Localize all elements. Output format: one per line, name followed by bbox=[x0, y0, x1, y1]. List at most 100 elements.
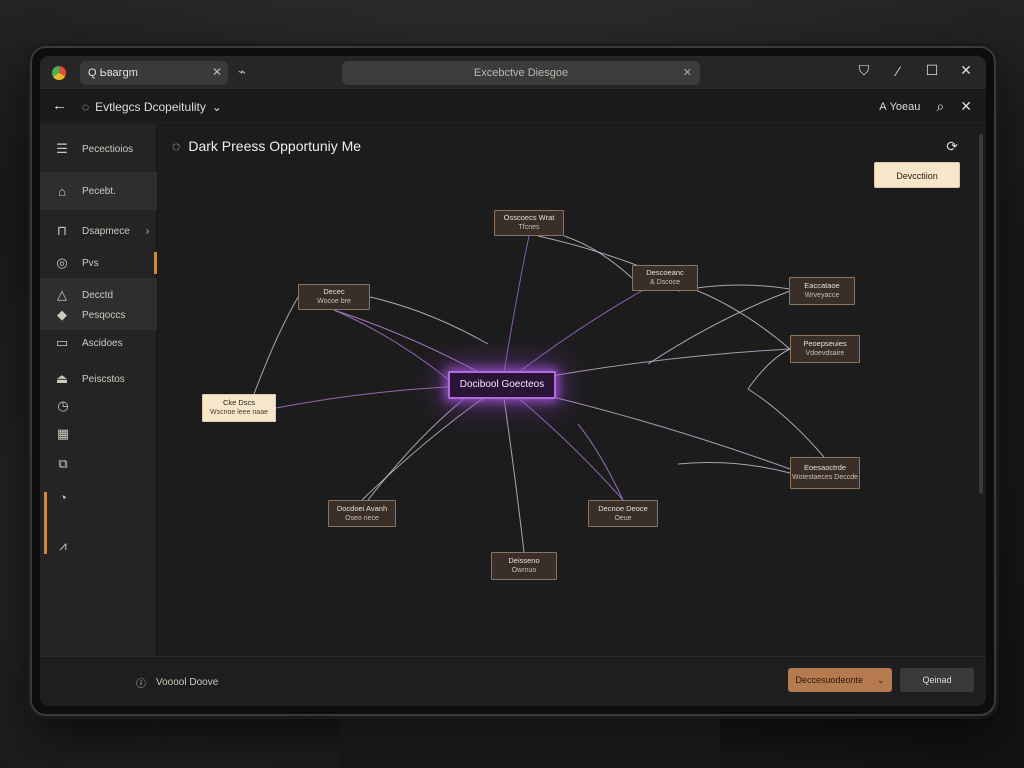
connection-line bbox=[361, 384, 503, 501]
back-arrow-icon[interactable]: ← bbox=[52, 97, 67, 114]
app-header: ← ◌ Evtlegcs Dcopeitulity ⌄ A Yoeau ⌕ ✕ bbox=[40, 91, 986, 123]
chat-icon[interactable]: ◔ bbox=[54, 490, 72, 505]
browser-tab[interactable]: Q Ьвагgm ✕ bbox=[80, 61, 228, 85]
node-title: Peoepseuies bbox=[803, 339, 847, 348]
node-8[interactable]: Decnoe Deoce Oeue bbox=[588, 500, 658, 527]
accent-bar bbox=[44, 492, 47, 554]
monitor-stand bbox=[340, 712, 720, 768]
image-icon[interactable]: ⧉ bbox=[54, 456, 72, 472]
node-1[interactable]: Descoeanc & Dscoce bbox=[632, 265, 698, 291]
search-icon[interactable]: ⌕ bbox=[936, 98, 944, 115]
node-9[interactable]: Deisseno Owrnuo bbox=[491, 552, 557, 580]
window-controls: ⛉ ⁄ ☐ ✕ bbox=[854, 62, 976, 79]
node-sub: Tfcnes bbox=[518, 224, 540, 231]
connection-line bbox=[747, 348, 791, 390]
node-sub: Wscnoe leee naae bbox=[210, 409, 268, 416]
node-2[interactable]: Decec Wocoe bre bbox=[298, 284, 370, 310]
sidebar-item-7[interactable]: ⏏ Peiscstos bbox=[40, 364, 157, 394]
node-sub: Oseo nece bbox=[345, 514, 379, 522]
node-sub: Vdoevdsaire bbox=[805, 350, 845, 357]
chart-icon[interactable]: ⩘ bbox=[54, 538, 72, 554]
browser-logo-icon bbox=[52, 66, 66, 80]
bell-icon: ⏏ bbox=[55, 371, 69, 386]
chevron-down-icon: ⌄ bbox=[211, 100, 222, 114]
bag-icon: ⊓ bbox=[56, 223, 68, 238]
node-4[interactable]: Peoepseuies Vdoevdsaire bbox=[790, 335, 860, 363]
sidebar-item-label: Pesqoccs bbox=[82, 309, 126, 321]
user-icon: A bbox=[879, 100, 887, 113]
sidebar-item-5[interactable]: ◆ Pesqoccs bbox=[40, 300, 157, 330]
user-menu[interactable]: A Yoeau bbox=[879, 101, 920, 113]
close-tab-icon[interactable]: ✕ bbox=[212, 65, 222, 79]
breadcrumb-label: Evtlegcs Dcopeitulity bbox=[95, 100, 206, 114]
close-icon[interactable]: ✕ bbox=[960, 98, 972, 115]
close-window-icon[interactable]: ✕ bbox=[956, 62, 976, 79]
footer-bar: ⓘ Vooool Doove Deccesuodeonte ⌄ Qeinad bbox=[40, 656, 986, 706]
diagram-canvas[interactable]: ◌ Dark Preess Opportuniy Me ⟳ Devcctiion… bbox=[158, 124, 983, 656]
active-indicator bbox=[154, 252, 157, 274]
workspace-icon: ◌ bbox=[82, 100, 90, 114]
node-sub: Owrnuo bbox=[511, 567, 537, 574]
sidebar-item-1[interactable]: ⌂ Pecebt. bbox=[40, 172, 157, 210]
monitor-frame: Q Ьвагgm ✕ ⌁ Excebctve Diesgoe ✕ ⛉ ⁄ ☐ ✕… bbox=[30, 46, 996, 716]
sidebar-item-label: Pecectioios bbox=[82, 143, 134, 155]
screen: Q Ьвагgm ✕ ⌁ Excebctve Diesgoe ✕ ⛉ ⁄ ☐ ✕… bbox=[40, 56, 986, 706]
connection-line bbox=[697, 290, 791, 350]
calendar-icon[interactable]: ▦ bbox=[54, 426, 72, 442]
address-bar[interactable]: Excebctve Diesgoe ✕ bbox=[342, 61, 700, 85]
node-5[interactable]: Cke Dscs Wscnoe leee naae bbox=[202, 394, 276, 422]
minimize-icon[interactable]: ⁄ bbox=[888, 63, 908, 79]
node-title: Eaccataoe bbox=[804, 281, 840, 290]
node-title: Docdoei Avanh bbox=[336, 503, 388, 513]
node-title: Cke Dscs bbox=[222, 398, 256, 407]
node-3[interactable]: Eaccataoe Wrveyacce bbox=[789, 277, 855, 305]
sidebar-item-label: Dsapmece bbox=[82, 225, 130, 237]
node-7[interactable]: Docdoei Avanh Oseo nece bbox=[328, 500, 396, 527]
sidebar-item-6[interactable]: ▭ Ascidoes bbox=[40, 328, 157, 358]
connection-line bbox=[577, 423, 624, 501]
connection-lines bbox=[253, 235, 825, 553]
primary-action-button[interactable]: Deccesuodeonte ⌄ bbox=[788, 668, 892, 692]
sidebar-item-label: Pecebt. bbox=[82, 185, 116, 197]
chevron-right-icon: › bbox=[145, 225, 150, 237]
central-hub-node[interactable]: Docibool Goecteos bbox=[448, 371, 556, 399]
tab-arrow-icon[interactable]: ⌁ bbox=[238, 64, 246, 80]
chevron-down-icon: ⌄ bbox=[877, 674, 885, 685]
sidebar-item-0[interactable]: ☰ Pecectioios bbox=[40, 134, 157, 164]
sidebar-item-label: Peiscstos bbox=[82, 373, 125, 385]
clock-icon[interactable]: ◷ bbox=[54, 398, 72, 414]
node-title: Decnoe Deoce bbox=[598, 503, 648, 513]
footer-status: ⓘ Vooool Doove bbox=[136, 675, 218, 690]
node-sub: Oeue bbox=[614, 514, 632, 522]
doc-icon: ▭ bbox=[55, 335, 69, 350]
header-actions: A Yoeau ⌕ ✕ bbox=[879, 98, 972, 115]
connection-line bbox=[367, 403, 459, 501]
sidebar-item-label: Decctd bbox=[82, 289, 114, 301]
node-title: Eoesaoctrde bbox=[803, 463, 847, 472]
node-sub: Wotestaeces Deccde bbox=[791, 474, 858, 481]
node-title: Decec bbox=[323, 287, 345, 296]
tab-title: Q Ьвагgm bbox=[88, 67, 138, 79]
connection-line bbox=[501, 384, 525, 553]
node-title: Deisseno bbox=[508, 556, 540, 565]
user-label: Yoeau bbox=[889, 100, 921, 113]
extensions-icon[interactable]: ⛉ bbox=[854, 62, 874, 79]
primary-button-label: Deccesuodeonte bbox=[795, 675, 863, 685]
connection-line bbox=[501, 235, 530, 386]
compass-icon: ◎ bbox=[56, 255, 68, 270]
maximize-icon[interactable]: ☐ bbox=[922, 62, 942, 79]
sidebar: ☰ Pecectioios ⌂ Pecebt. ⊓ Dsapmece › ◎ P… bbox=[40, 124, 157, 656]
node-sub: & Dscoce bbox=[650, 279, 680, 286]
diamond-icon: ◆ bbox=[57, 307, 67, 322]
node-6[interactable]: Eoesaoctrde Wotestaeces Deccde bbox=[790, 457, 860, 489]
breadcrumb[interactable]: ◌ Evtlegcs Dcopeitulity ⌄ bbox=[82, 100, 222, 114]
secondary-action-button[interactable]: Qeinad bbox=[900, 668, 974, 692]
clear-address-icon[interactable]: ✕ bbox=[683, 61, 692, 85]
node-sub: Wrveyacce bbox=[804, 292, 840, 299]
connection-line bbox=[333, 309, 449, 380]
sidebar-item-3[interactable]: ◎ Pvs bbox=[40, 248, 157, 278]
node-0[interactable]: Osscoecs Wrat Tfcnes bbox=[494, 210, 564, 236]
node-sub: Wocoe bre bbox=[317, 298, 351, 305]
sidebar-item-2[interactable]: ⊓ Dsapmece › bbox=[40, 216, 157, 246]
address-text: Excebctve Diesgoe bbox=[473, 67, 569, 79]
